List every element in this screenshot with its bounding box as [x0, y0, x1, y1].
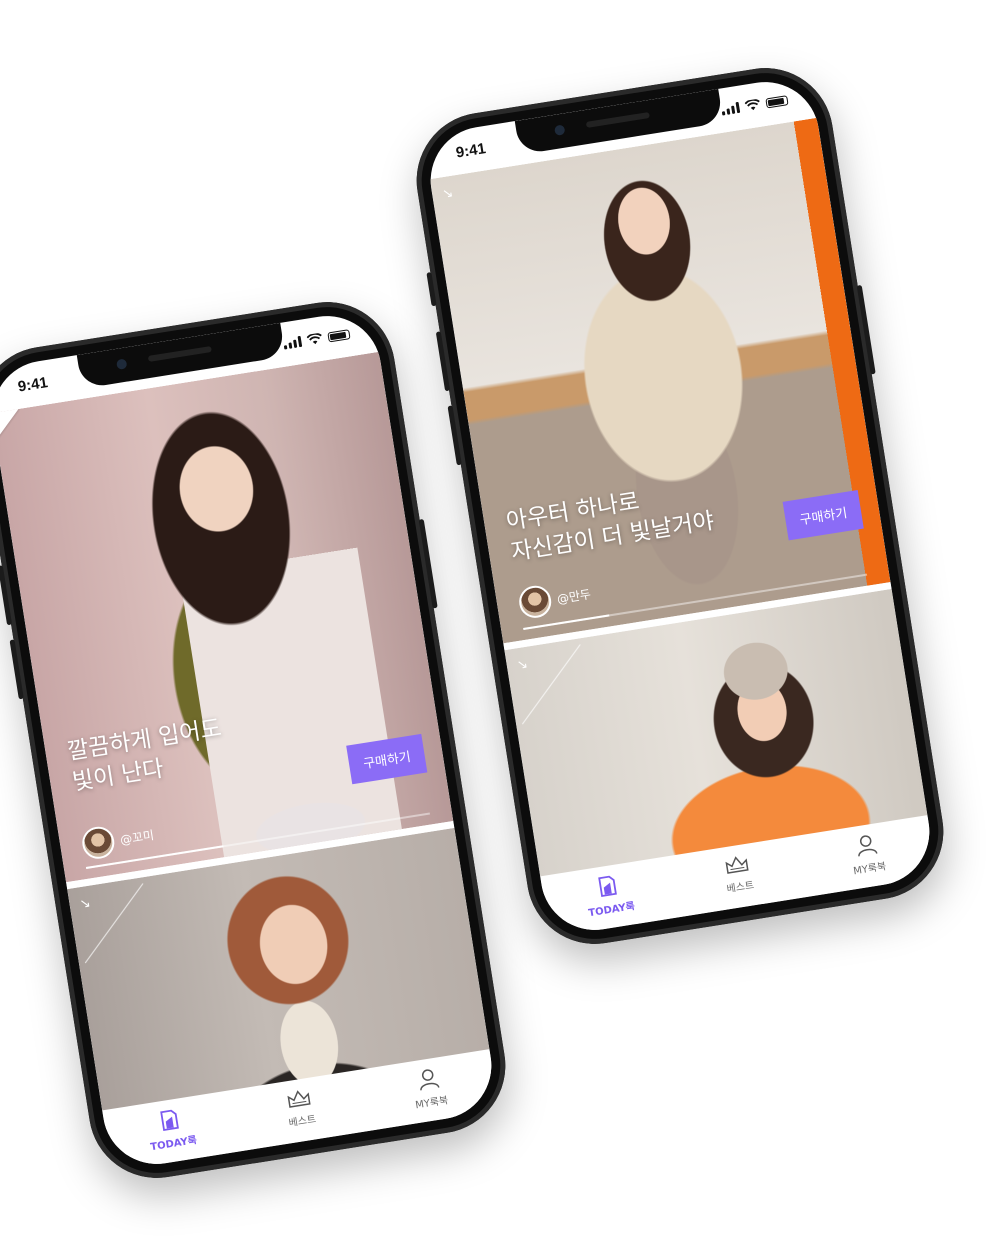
tab-my[interactable]: MY룩북 — [382, 1060, 477, 1116]
status-time: 9:41 — [16, 374, 50, 396]
look-feed[interactable]: 깔끔하게 입어도 빛이 난다 구매하기 @꼬미 ↘ — [0, 351, 490, 1113]
mute-switch — [426, 272, 437, 307]
look-feed[interactable]: ↘ 아우터 하나로 자신감이 더 빛날거야 구매하기 @만두 ↘ — [429, 117, 928, 879]
signal-icon — [721, 101, 741, 116]
avatar — [516, 583, 554, 621]
power-button — [856, 284, 876, 375]
wifi-icon — [306, 332, 322, 345]
book-icon — [160, 1109, 180, 1131]
crown-icon — [287, 1090, 311, 1108]
author-name: @꼬미 — [119, 827, 155, 847]
tab-label: TODAY룩 — [149, 1135, 198, 1154]
look-card[interactable]: 깔끔하게 입어도 빛이 난다 구매하기 @꼬미 — [0, 351, 454, 883]
arrow-icon: ↘ — [515, 656, 529, 674]
phone-right: 9:41 ↘ 아우터 하나로 자신감이 더 빛날거야 구매하기 @만두 ↘ TO… — [406, 58, 954, 954]
look-card[interactable]: ↘ 아우터 하나로 자신감이 더 빛날거야 구매하기 @만두 — [429, 117, 891, 644]
tab-best[interactable]: 베스트 — [691, 847, 786, 901]
battery-icon — [765, 94, 789, 109]
crown-icon — [725, 856, 749, 874]
tab-label: TODAY룩 — [587, 901, 636, 920]
tab-label: MY룩북 — [852, 861, 888, 878]
volume-down-button — [447, 405, 462, 466]
tab-best[interactable]: 베스트 — [253, 1081, 348, 1135]
screen: 9:41 깔끔하게 입어도 빛이 난다 구매하기 @꼬미 ↘ TODAY룩 베스… — [0, 308, 500, 1172]
avatar — [79, 824, 117, 862]
screen: 9:41 ↘ 아우터 하나로 자신감이 더 빛날거야 구매하기 @만두 ↘ TO… — [422, 74, 938, 938]
tab-today[interactable]: TODAY룩 — [562, 867, 657, 923]
look-photo — [0, 351, 454, 883]
tab-today[interactable]: TODAY룩 — [124, 1101, 219, 1157]
battery-icon — [327, 328, 351, 343]
arrow-icon: ↘ — [78, 895, 92, 913]
tab-my[interactable]: MY룩북 — [820, 826, 915, 882]
power-button — [418, 518, 438, 609]
status-time: 9:41 — [454, 140, 488, 162]
book-icon — [598, 875, 618, 897]
phone-left: 9:41 깔끔하게 입어도 빛이 난다 구매하기 @꼬미 ↘ TODAY룩 베스… — [0, 292, 516, 1188]
tab-label: MY룩북 — [414, 1095, 450, 1112]
volume-up-button — [0, 565, 13, 626]
volume-down-button — [9, 639, 24, 700]
tab-label: 베스트 — [725, 880, 755, 896]
tab-label: 베스트 — [287, 1114, 317, 1130]
wifi-icon — [744, 98, 760, 111]
arrow-icon: ↘ — [441, 185, 455, 203]
signal-icon — [283, 335, 303, 350]
author-name: @만두 — [555, 586, 592, 606]
look-photo — [429, 117, 891, 644]
volume-up-button — [435, 331, 451, 392]
person-icon — [419, 1069, 440, 1091]
person-icon — [857, 835, 878, 857]
page-curl-icon — [0, 408, 24, 441]
